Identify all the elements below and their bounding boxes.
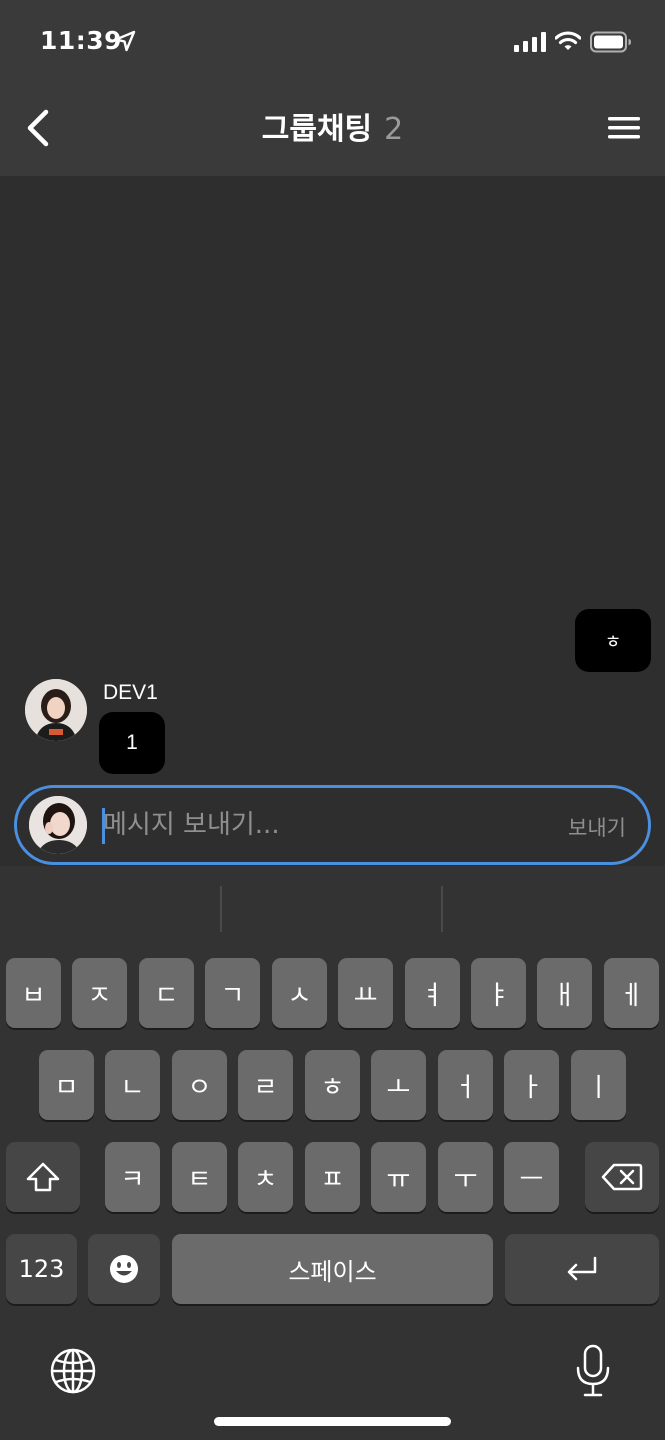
member-count: 2 — [384, 112, 404, 147]
emoji-key[interactable] — [88, 1234, 160, 1304]
send-button[interactable]: 보내기 — [568, 812, 626, 842]
key[interactable]: ㅜ — [438, 1142, 493, 1212]
key[interactable]: ㅈ — [72, 958, 127, 1028]
suggestion-divider — [441, 886, 443, 932]
cellular-signal-icon — [514, 32, 546, 52]
message-composer: 보내기 — [14, 785, 651, 865]
chat-title: 그룹채팅 — [261, 112, 373, 147]
hamburger-menu-icon — [608, 117, 640, 139]
other-message-bubble[interactable]: 1 — [99, 712, 165, 774]
key[interactable]: ㅍ — [305, 1142, 360, 1212]
location-arrow-icon — [114, 30, 136, 52]
key[interactable]: ㅣ — [571, 1050, 626, 1120]
page-title: 그룹채팅 2 — [0, 104, 665, 148]
wifi-icon — [555, 31, 581, 50]
key[interactable]: ㅔ — [604, 958, 659, 1028]
avatar-photo — [29, 796, 87, 854]
key[interactable]: ㄱ — [205, 958, 260, 1028]
key[interactable]: ㅗ — [371, 1050, 426, 1120]
avatar[interactable] — [25, 679, 87, 741]
status-time: 11:39 — [40, 26, 123, 55]
key[interactable]: ㅓ — [438, 1050, 493, 1120]
battery-icon — [590, 31, 631, 53]
key[interactable]: ㅂ — [6, 958, 61, 1028]
avatar-photo — [25, 679, 87, 741]
my-message-bubble[interactable]: ㅎ — [575, 609, 651, 672]
key[interactable]: ㅁ — [39, 1050, 94, 1120]
suggestion-divider — [220, 886, 222, 932]
key[interactable]: ㅡ — [504, 1142, 559, 1212]
my-avatar — [29, 796, 87, 854]
key[interactable]: ㅏ — [504, 1050, 559, 1120]
key[interactable]: ㅠ — [371, 1142, 426, 1212]
key[interactable]: ㅛ — [338, 958, 393, 1028]
space-key[interactable]: 스페이스 — [172, 1234, 493, 1304]
menu-button[interactable] — [604, 112, 644, 144]
home-indicator[interactable] — [214, 1417, 451, 1426]
chat-area[interactable]: ㅎ DEV1 1 보내기 — [0, 176, 665, 866]
numbers-key[interactable]: 123 — [6, 1234, 77, 1304]
key[interactable]: ㅋ — [105, 1142, 160, 1212]
key[interactable]: ㅑ — [471, 958, 526, 1028]
return-key[interactable] — [505, 1234, 659, 1304]
message-input[interactable] — [103, 800, 543, 850]
key[interactable]: ㄷ — [139, 958, 194, 1028]
key[interactable]: ㄴ — [105, 1050, 160, 1120]
sender-name: DEV1 — [103, 681, 158, 704]
key[interactable]: ㅐ — [537, 958, 592, 1028]
top-bar: 11:39 그룹채팅 2 — [0, 0, 665, 176]
key[interactable]: ㅊ — [238, 1142, 293, 1212]
backspace-key[interactable] — [585, 1142, 659, 1212]
shift-icon — [26, 1162, 60, 1192]
globe-icon[interactable] — [48, 1346, 98, 1396]
key[interactable]: ㄹ — [238, 1050, 293, 1120]
keyboard: ㅂ ㅈ ㄷ ㄱ ㅅ ㅛ ㅕ ㅑ ㅐ ㅔ ㅁ ㄴ ㅇ ㄹ ㅎ ㅗ ㅓ ㅏ ㅣ ㅋ … — [0, 866, 665, 1440]
emoji-icon — [110, 1255, 138, 1283]
backspace-icon — [601, 1163, 643, 1191]
shift-key[interactable] — [6, 1142, 80, 1212]
key[interactable]: ㅎ — [305, 1050, 360, 1120]
key[interactable]: ㅌ — [172, 1142, 227, 1212]
key[interactable]: ㅕ — [405, 958, 460, 1028]
microphone-icon[interactable] — [574, 1344, 612, 1398]
key[interactable]: ㅅ — [272, 958, 327, 1028]
return-icon — [567, 1256, 597, 1281]
key[interactable]: ㅇ — [172, 1050, 227, 1120]
